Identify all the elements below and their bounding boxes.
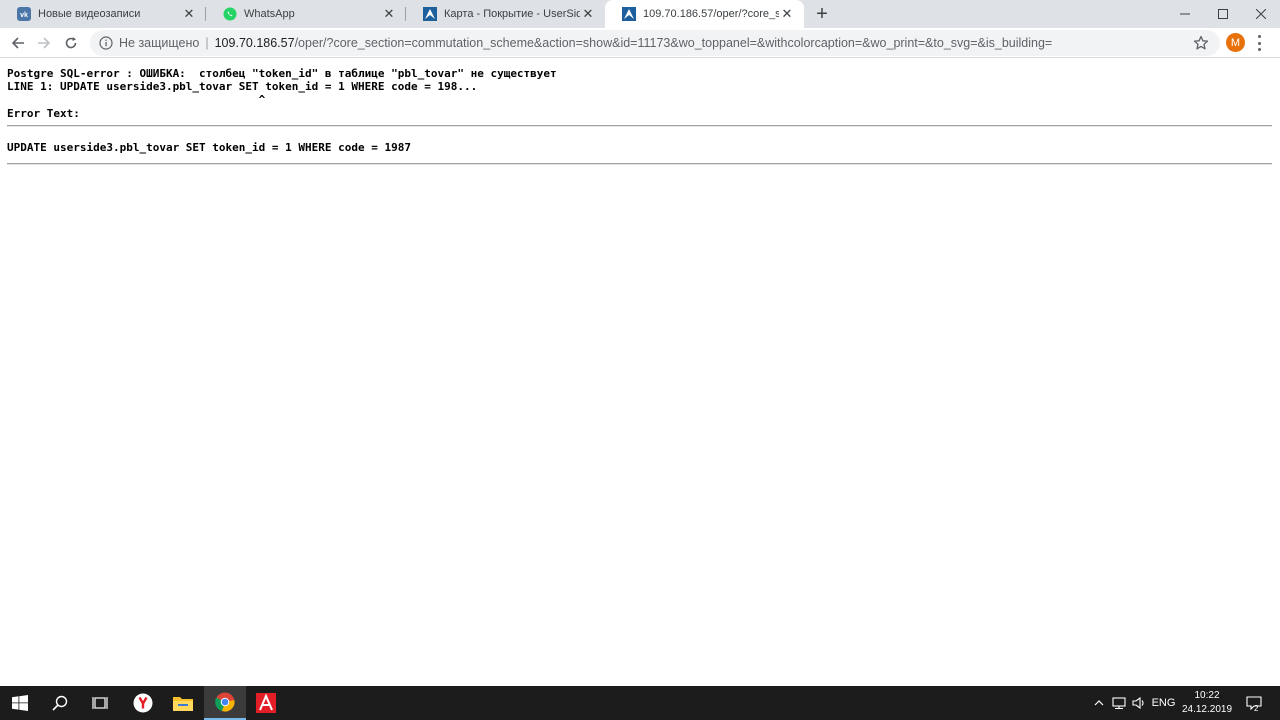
userside-icon: [622, 7, 636, 21]
clock-date: 24.12.2019: [1181, 704, 1233, 715]
tab-strip: vk Новые видеозаписи ✕ WhatsApp ✕ Карта …: [0, 0, 1280, 28]
language-indicator[interactable]: ENG: [1150, 686, 1177, 720]
info-icon[interactable]: [99, 36, 113, 50]
new-tab-button[interactable]: +: [812, 4, 832, 24]
back-arrow-icon[interactable]: [7, 32, 29, 54]
tab-active-oper[interactable]: 109.70.186.57/oper/?core_section ✕: [605, 0, 804, 28]
close-window-icon[interactable]: [1242, 0, 1280, 28]
address-bar[interactable]: Не защищено | 109.70.186.57 /oper/?core_…: [90, 30, 1220, 56]
menu-kebab-icon[interactable]: [1257, 35, 1261, 51]
notification-count: 2: [1254, 704, 1259, 713]
forward-arrow-icon[interactable]: [33, 32, 55, 54]
error-text-label: Error Text:: [7, 107, 80, 120]
chrome-icon[interactable]: [204, 686, 246, 720]
error-caret: ^: [7, 93, 266, 106]
tab-whatsapp[interactable]: WhatsApp ✕: [206, 0, 406, 28]
url-path: /oper/?core_section=commutation_scheme&a…: [294, 36, 1053, 50]
minimize-icon[interactable]: [1166, 0, 1204, 28]
close-tab-icon[interactable]: ✕: [181, 6, 197, 22]
profile-avatar[interactable]: M: [1226, 33, 1245, 52]
error-message: Postgre SQL-error : ОШИБКА: столбец "tok…: [7, 67, 557, 80]
page-content: Postgre SQL-error : ОШИБКА: столбец "tok…: [0, 59, 1280, 686]
search-icon[interactable]: [40, 686, 80, 720]
clock[interactable]: 10:22 24.12.2019: [1176, 689, 1238, 717]
reload-icon[interactable]: [60, 32, 82, 54]
task-view-icon[interactable]: [80, 686, 120, 720]
file-explorer-icon[interactable]: [163, 686, 203, 720]
url-host: 109.70.186.57: [214, 36, 295, 50]
close-tab-icon[interactable]: ✕: [381, 6, 397, 22]
userside-icon: [423, 7, 437, 21]
red-app-icon[interactable]: [246, 686, 286, 720]
vk-icon: vk: [17, 7, 31, 21]
error-line-detail: LINE 1: UPDATE userside3.pbl_tovar SET t…: [7, 80, 478, 93]
clock-time: 10:22: [1194, 690, 1220, 701]
network-icon[interactable]: [1109, 686, 1129, 720]
speaker-icon[interactable]: [1129, 686, 1149, 720]
tab-title: 109.70.186.57/oper/?core_section: [643, 8, 779, 20]
close-tab-icon[interactable]: ✕: [779, 6, 795, 22]
notification-center-icon[interactable]: 2: [1242, 686, 1266, 720]
browser-toolbar: Не защищено | 109.70.186.57 /oper/?core_…: [0, 28, 1280, 58]
tab-title: Карта - Покрытие - UserSide: [444, 8, 580, 20]
bookmark-star-icon[interactable]: [1193, 35, 1209, 56]
maximize-icon[interactable]: [1204, 0, 1242, 28]
windows-taskbar: ENG 10:22 24.12.2019 2: [0, 686, 1280, 720]
tab-vk-videos[interactable]: vk Новые видеозаписи ✕: [0, 0, 206, 28]
sql-query: UPDATE userside3.pbl_tovar SET token_id …: [7, 141, 411, 154]
chevron-up-icon[interactable]: [1090, 686, 1108, 720]
security-status[interactable]: Не защищено: [119, 36, 199, 50]
svg-text:vk: vk: [20, 12, 28, 19]
tab-title: WhatsApp: [244, 8, 295, 20]
windows-start-icon[interactable]: [0, 686, 40, 720]
close-tab-icon[interactable]: ✕: [580, 6, 596, 22]
whatsapp-icon: [223, 7, 237, 21]
yandex-browser-icon[interactable]: [123, 686, 163, 720]
tab-userside-map[interactable]: Карта - Покрытие - UserSide ✕: [406, 0, 605, 28]
divider: [7, 125, 1272, 127]
divider: [7, 163, 1272, 165]
address-divider: |: [205, 36, 209, 50]
tab-title: Новые видеозаписи: [38, 8, 141, 20]
